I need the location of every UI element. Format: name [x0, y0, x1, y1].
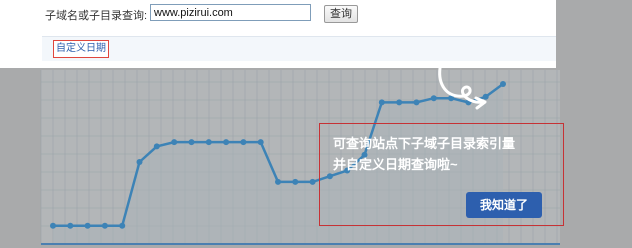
data-point [309, 178, 316, 185]
data-point [378, 99, 385, 106]
hint-text: 可查询站点下子域子目录索引量 并自定义日期查询啦~ [333, 133, 553, 175]
hint-line-2: 并自定义日期查询啦~ [333, 157, 458, 172]
data-point [119, 222, 126, 229]
data-point [240, 139, 247, 146]
got-it-button[interactable]: 我知道了 [466, 192, 542, 218]
data-point [67, 222, 74, 229]
data-point [257, 139, 264, 146]
overlay-strip [560, 0, 632, 248]
data-point [171, 139, 178, 146]
hint-line-1: 可查询站点下子域子目录索引量 [333, 136, 516, 151]
data-point [223, 139, 230, 146]
data-point [136, 159, 143, 165]
data-point [500, 81, 506, 87]
data-point [84, 222, 91, 229]
data-point [396, 99, 403, 106]
curved-arrow-icon [438, 66, 487, 110]
data-point [413, 99, 420, 106]
data-point [205, 139, 212, 146]
data-point [292, 178, 299, 185]
data-point [101, 222, 108, 229]
data-point [188, 139, 195, 146]
data-point [50, 222, 56, 229]
data-point [153, 143, 160, 150]
data-point [275, 178, 281, 185]
